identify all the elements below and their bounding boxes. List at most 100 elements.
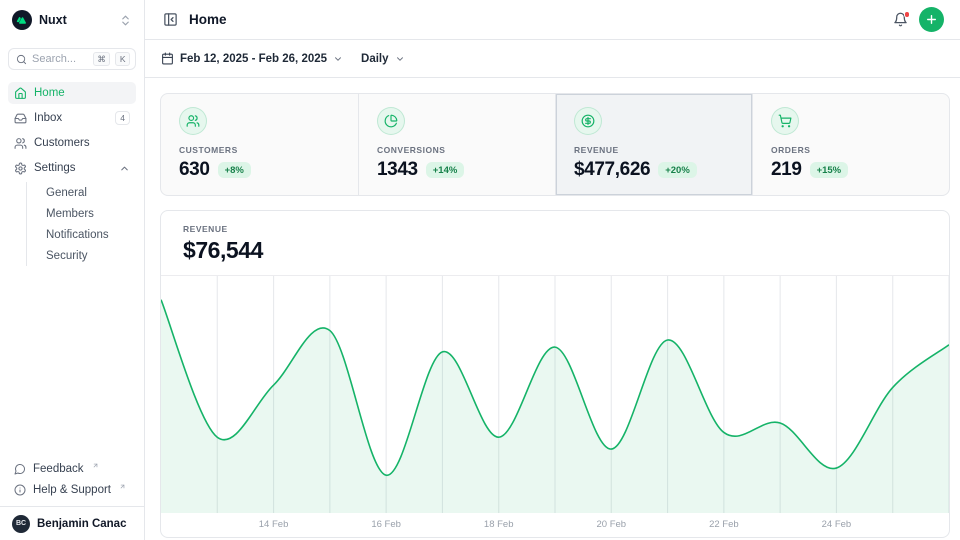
stat-card-revenue[interactable]: Revenue $477,626 +20% [555, 94, 752, 195]
sidebar-item-home[interactable]: Home [8, 82, 136, 104]
user-name: Benjamin Canac [37, 518, 126, 530]
stat-value: 630 [179, 159, 210, 181]
page-title: Home [189, 12, 882, 27]
period-label: Daily [361, 53, 389, 65]
search-icon [16, 54, 27, 65]
chevrons-up-down-icon [119, 14, 132, 27]
gear-icon [14, 162, 27, 175]
stat-icon-circle [771, 107, 799, 135]
sidebar-item-label: Settings [34, 162, 112, 174]
collapse-sidebar-button[interactable] [161, 10, 180, 29]
cart-icon [778, 114, 792, 128]
x-axis-tick: 20 Feb [596, 519, 626, 530]
x-axis-tick: 22 Feb [709, 519, 739, 530]
plus-icon [925, 13, 938, 26]
workspace-name: Nuxt [39, 13, 112, 27]
chevron-down-icon [395, 54, 405, 64]
stat-icon-circle [179, 107, 207, 135]
stat-value: 219 [771, 159, 802, 181]
stat-icon-circle [574, 107, 602, 135]
content: Customers 630 +8% Conversions 1343 +14% … [145, 78, 960, 538]
stat-label: Revenue [574, 145, 734, 155]
sidebar-subnav: GeneralMembersNotificationsSecurity [8, 182, 136, 266]
home-icon [14, 87, 27, 100]
search-placeholder: Search... [32, 53, 88, 65]
sidebar-item-label: Home [34, 87, 130, 99]
x-axis-tick: 16 Feb [371, 519, 401, 530]
search-input[interactable]: Search... ⌘ K [8, 48, 136, 70]
sidebar: Nuxt Search... ⌘ K Home Inbox 4 Customers… [0, 0, 145, 540]
footer-link-label: Feedback [33, 463, 84, 475]
add-button[interactable] [919, 7, 944, 32]
chart-plot-area [161, 275, 949, 513]
revenue-area-chart [161, 276, 949, 513]
main-area: Home Feb 12, 2025 - Feb 26, 2025 Daily [145, 0, 960, 540]
sidebar-footer-links: Feedback Help & Support [0, 454, 144, 506]
chart-x-axis: 14 Feb 16 Feb 18 Feb 20 Feb 22 Feb 24 Feb [161, 513, 949, 537]
stat-value: $477,626 [574, 159, 650, 181]
nuxt-logo-icon [12, 10, 32, 30]
calendar-icon [161, 52, 174, 65]
users-icon [14, 137, 27, 150]
stats-panel: Customers 630 +8% Conversions 1343 +14% … [160, 93, 950, 196]
top-bar: Home [145, 0, 960, 40]
period-select[interactable]: Daily [361, 53, 405, 65]
stat-label: Conversions [377, 145, 537, 155]
chevron-down-icon [333, 54, 343, 64]
sidebar-item-customers[interactable]: Customers [8, 132, 136, 154]
feedback-link[interactable]: Feedback [8, 458, 136, 479]
inbox-count-badge: 4 [115, 111, 130, 125]
sidebar-subitem-general[interactable]: General [40, 182, 136, 203]
chevron-up-icon [119, 163, 130, 174]
x-axis-tick: 18 Feb [484, 519, 514, 530]
sidebar-item-settings[interactable]: Settings [8, 157, 136, 179]
stat-delta-badge: +14% [426, 162, 465, 178]
stat-card-orders[interactable]: Orders 219 +15% [752, 94, 949, 195]
x-axis-tick: 24 Feb [822, 519, 852, 530]
stat-delta-badge: +8% [218, 162, 251, 178]
users-icon [186, 114, 200, 128]
user-menu[interactable]: BC Benjamin Canac [0, 506, 144, 540]
sidebar-subitem-members[interactable]: Members [40, 203, 136, 224]
filter-toolbar: Feb 12, 2025 - Feb 26, 2025 Daily [145, 40, 960, 78]
date-range-picker[interactable]: Feb 12, 2025 - Feb 26, 2025 [161, 52, 343, 65]
external-link-icon [119, 483, 126, 490]
sidebar-nav: Home Inbox 4 Customers Settings GeneralMem… [0, 76, 144, 269]
chart-label: Revenue [183, 224, 927, 234]
sidebar-spacer [0, 269, 144, 454]
sidebar-subitem-notifications[interactable]: Notifications [40, 224, 136, 245]
x-axis-tick: 14 Feb [259, 519, 289, 530]
chart-value: $76,544 [183, 237, 927, 264]
sidebar-item-label: Customers [34, 137, 130, 149]
stat-label: Customers [179, 145, 340, 155]
stat-label: Orders [771, 145, 931, 155]
panel-collapse-icon [163, 12, 178, 27]
pie-chart-icon [384, 114, 398, 128]
chat-icon [14, 463, 26, 475]
stat-card-conversions[interactable]: Conversions 1343 +14% [358, 94, 555, 195]
sidebar-item-label: Inbox [34, 112, 108, 124]
revenue-chart-panel: Revenue $76,544 14 Feb 16 Feb 18 Feb 20 Feb… [160, 210, 950, 538]
stat-delta-badge: +20% [658, 162, 697, 178]
workspace-switcher[interactable]: Nuxt [0, 0, 144, 40]
chart-header: Revenue $76,544 [161, 211, 949, 275]
external-link-icon [92, 462, 99, 469]
help-support-link[interactable]: Help & Support [8, 479, 136, 500]
footer-link-label: Help & Support [33, 484, 111, 496]
inbox-icon [14, 112, 27, 125]
sidebar-item-inbox[interactable]: Inbox 4 [8, 107, 136, 129]
avatar: BC [12, 515, 30, 533]
dollar-circle-icon [581, 114, 595, 128]
sidebar-subitem-security[interactable]: Security [40, 245, 136, 266]
kbd-k: K [115, 52, 130, 66]
notifications-button[interactable] [891, 10, 910, 29]
notification-dot [904, 11, 911, 18]
stat-icon-circle [377, 107, 405, 135]
date-range-label: Feb 12, 2025 - Feb 26, 2025 [180, 53, 327, 65]
info-icon [14, 484, 26, 496]
app-root: Nuxt Search... ⌘ K Home Inbox 4 Customers… [0, 0, 960, 540]
stat-delta-badge: +15% [810, 162, 849, 178]
stat-value: 1343 [377, 159, 418, 181]
kbd-cmd: ⌘ [93, 52, 111, 66]
stat-card-customers[interactable]: Customers 630 +8% [161, 94, 358, 195]
